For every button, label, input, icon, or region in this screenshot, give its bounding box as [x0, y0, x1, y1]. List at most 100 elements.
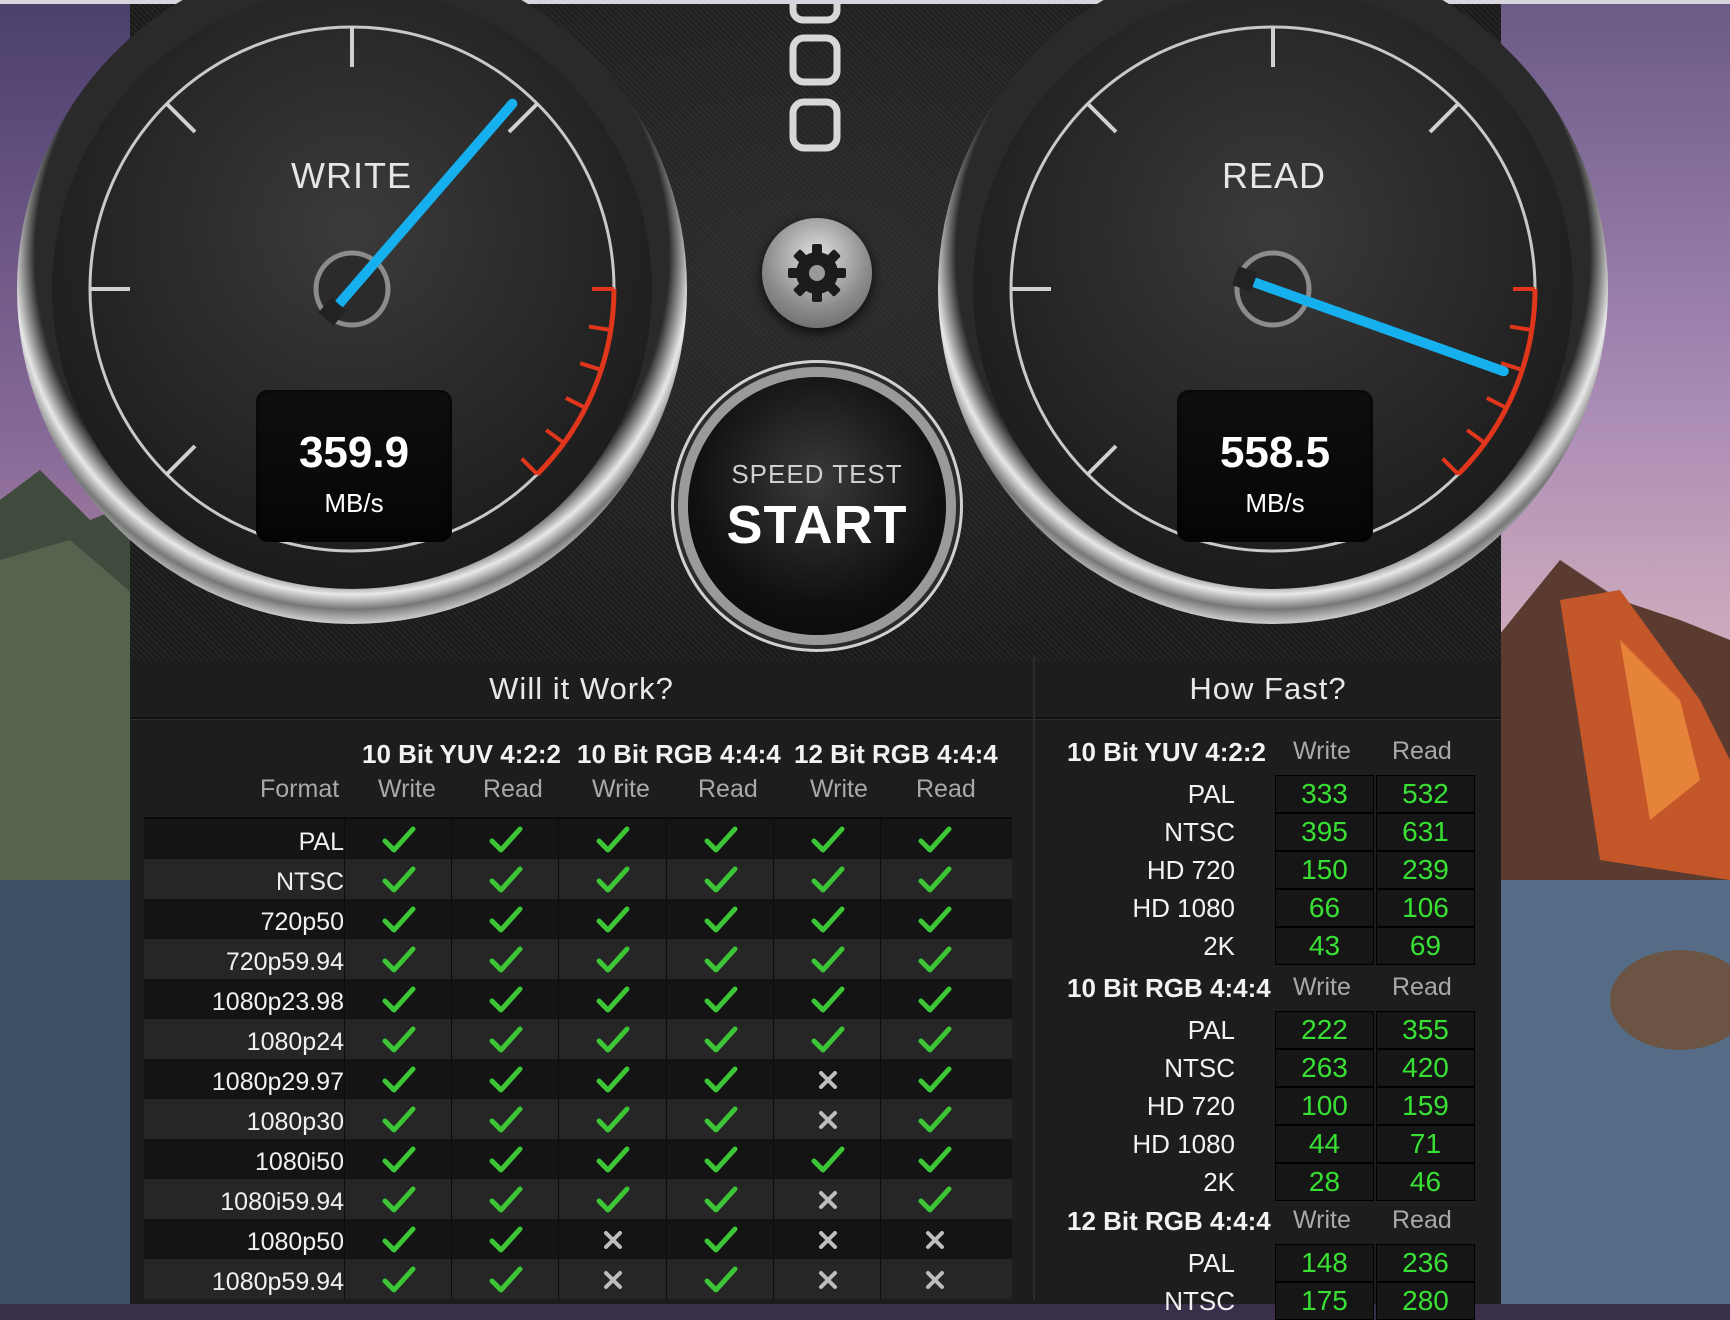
check-cell	[773, 1139, 881, 1179]
checkmark-icon	[382, 1186, 416, 1213]
checkmark-icon	[704, 1026, 738, 1053]
checkmark-icon	[596, 1066, 630, 1093]
table-row: 1080p59.94	[144, 1259, 1012, 1299]
check-cell	[773, 939, 881, 979]
table-row: 1080p23.98	[144, 979, 1012, 1019]
check-cell	[773, 979, 881, 1019]
cross-icon	[819, 1271, 837, 1289]
check-cell	[880, 859, 988, 899]
table-row: 1080i50	[144, 1139, 1012, 1179]
check-cell	[344, 1219, 452, 1259]
column-subheader: Write	[810, 775, 868, 803]
cross-cell	[773, 1219, 881, 1259]
check-cell	[344, 1059, 452, 1099]
cross-icon	[819, 1191, 837, 1209]
checkmark-icon	[489, 1266, 523, 1293]
checkmark-icon	[811, 866, 845, 893]
check-cell	[666, 939, 774, 979]
check-cell	[880, 819, 988, 859]
write-column-label: Write	[1293, 973, 1351, 1001]
checkmark-icon	[382, 1226, 416, 1253]
checkmark-icon	[596, 1106, 630, 1133]
checkmark-icon	[918, 986, 952, 1013]
checkmark-icon	[704, 1186, 738, 1213]
how-fast-panel: How Fast? 10 Bit YUV 4:2:2 Write Read PAL 33…	[1035, 657, 1501, 1320]
check-cell	[558, 1099, 666, 1139]
format-label: NTSC	[1164, 1286, 1235, 1316]
will-it-work-panel: Will it Work? 10 Bit YUV 4:2:2 10 Bit RG…	[130, 657, 1033, 1300]
write-fps-value: 395	[1275, 813, 1374, 851]
check-cell	[880, 1099, 988, 1139]
check-cell	[666, 1259, 774, 1299]
checkmark-icon	[489, 946, 523, 973]
check-cell	[666, 859, 774, 899]
checkmark-icon	[704, 826, 738, 853]
table-row: 1080p30	[144, 1099, 1012, 1139]
format-label: PAL	[1187, 1248, 1235, 1278]
check-cell	[344, 899, 452, 939]
check-cell	[880, 939, 988, 979]
checkmark-icon	[918, 946, 952, 973]
checkmark-icon	[489, 1066, 523, 1093]
format-label: PAL	[1187, 1015, 1235, 1045]
cross-icon	[926, 1231, 944, 1249]
check-cell	[451, 939, 559, 979]
check-cell	[344, 1259, 452, 1299]
read-readout: 558.5 MB/s	[1177, 390, 1373, 542]
checkmark-icon	[382, 906, 416, 933]
check-cell	[558, 1019, 666, 1059]
read-column-label: Read	[1392, 737, 1452, 765]
check-cell	[451, 819, 559, 859]
cross-cell	[558, 1219, 666, 1259]
check-cell	[451, 1019, 559, 1059]
cross-cell	[773, 1179, 881, 1219]
checkmark-icon	[596, 986, 630, 1013]
format-label: HD 720	[1146, 1091, 1235, 1121]
check-cell	[451, 1099, 559, 1139]
write-gauge-title: WRITE	[291, 155, 412, 196]
format-label: HD 1080	[1132, 1129, 1235, 1159]
table-row: PAL	[144, 819, 1012, 859]
checkmark-icon	[382, 946, 416, 973]
read-fps-value: 532	[1376, 775, 1475, 813]
check-cell	[666, 1019, 774, 1059]
read-fps-value: 239	[1376, 851, 1475, 889]
checkmark-icon	[918, 866, 952, 893]
write-column-label: Write	[1293, 737, 1351, 765]
checkmark-icon	[918, 1146, 952, 1173]
write-fps-value: 263	[1275, 1049, 1374, 1087]
read-fps-value: 159	[1376, 1087, 1475, 1125]
checkmark-icon	[918, 906, 952, 933]
checkmark-icon	[596, 1186, 630, 1213]
check-cell	[666, 1099, 774, 1139]
section-header: 10 Bit RGB 4:4:4	[1067, 973, 1271, 1003]
section-header: 10 Bit YUV 4:2:2	[1067, 737, 1266, 767]
cross-cell	[880, 1219, 988, 1259]
check-cell	[666, 1219, 774, 1259]
checkmark-icon	[382, 826, 416, 853]
checkmark-icon	[704, 1226, 738, 1253]
read-fps-value: 355	[1376, 1011, 1475, 1049]
checkmark-icon	[489, 826, 523, 853]
checkmark-icon	[811, 1146, 845, 1173]
check-cell	[451, 1139, 559, 1179]
check-cell	[344, 819, 452, 859]
check-cell	[880, 1059, 988, 1099]
check-cell	[344, 1019, 452, 1059]
checkmark-icon	[489, 1226, 523, 1253]
format-label: PAL	[1187, 779, 1235, 809]
checkmark-icon	[489, 906, 523, 933]
checkmark-icon	[489, 1186, 523, 1213]
check-cell	[558, 979, 666, 1019]
start-button-caption: SPEED TEST	[731, 459, 903, 489]
settings-button[interactable]	[762, 218, 872, 328]
checkmark-icon	[382, 1106, 416, 1133]
format-label: 1080p59.94	[211, 1268, 344, 1296]
cross-cell	[773, 1259, 881, 1299]
speed-test-start-button[interactable]: SPEED TEST START	[688, 377, 946, 635]
check-cell	[880, 899, 988, 939]
checkmark-icon	[704, 906, 738, 933]
format-label: HD 1080	[1132, 893, 1235, 923]
format-label: NTSC	[1164, 817, 1235, 847]
checkmark-icon	[704, 1266, 738, 1293]
